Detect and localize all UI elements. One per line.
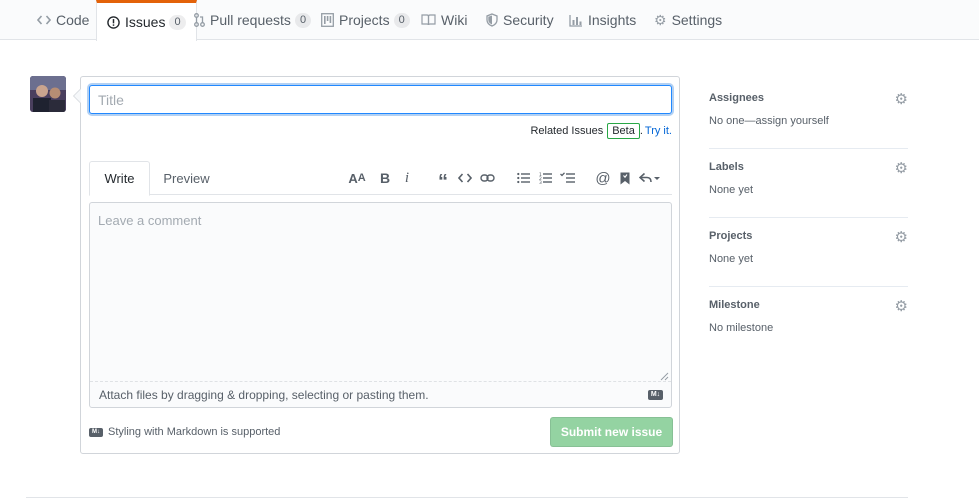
tab-label: Wiki — [441, 12, 468, 28]
quote-icon[interactable]: “ — [432, 168, 454, 192]
bold-icon[interactable]: B — [374, 168, 396, 188]
sidebar-label: Projects — [709, 230, 753, 242]
reply-icon[interactable] — [636, 168, 664, 188]
sidebar-projects: Projects ⚙ None yet — [709, 218, 908, 287]
sidebar-milestone: Milestone ⚙ No milestone — [709, 287, 908, 356]
tab-wiki[interactable]: Wiki — [421, 0, 467, 40]
avatar[interactable] — [30, 76, 66, 112]
related-issues: Related Issues Beta . Try it. — [530, 123, 672, 139]
pull-requests-count: 0 — [294, 12, 312, 28]
italic-icon[interactable]: i — [396, 168, 418, 188]
markdown-icon: M↓ — [89, 427, 103, 437]
tab-pull-requests[interactable]: Pull requests 0 — [194, 0, 312, 40]
bookmark-icon[interactable] — [614, 168, 636, 188]
gear-icon[interactable]: ⚙ — [895, 90, 908, 108]
tab-security[interactable]: Security — [486, 0, 554, 40]
file-attach-dropzone[interactable]: Attach files by dragging & dropping, sel… — [90, 381, 671, 407]
tab-projects[interactable]: Projects 0 — [321, 0, 410, 40]
graph-icon — [569, 14, 583, 27]
sidebar-value: None yet — [709, 253, 754, 265]
sidebar-labels: Labels ⚙ None yet — [709, 149, 908, 218]
tab-preview[interactable]: Preview — [163, 161, 209, 195]
title-input[interactable] — [89, 85, 672, 114]
related-issues-label: Related Issues — [530, 125, 604, 137]
new-issue-form: Related Issues Beta . Try it. Write Prev… — [73, 76, 680, 454]
try-it-link[interactable]: Try it. — [645, 125, 672, 137]
markdown-toolbar: AA B i “ 123 @ — [346, 161, 664, 195]
ordered-list-icon[interactable]: 123 — [534, 168, 556, 188]
book-icon — [421, 14, 436, 26]
divider — [26, 497, 908, 498]
git-pull-request-icon — [194, 13, 205, 27]
tab-write[interactable]: Write — [89, 161, 150, 196]
gear-icon[interactable]: ⚙ — [895, 297, 908, 315]
sidebar-assignees: Assignees ⚙ No one—assign yourself — [709, 80, 908, 149]
shield-icon — [486, 13, 498, 27]
submit-new-issue-button[interactable]: Submit new issue — [550, 417, 673, 447]
issues-count: 0 — [169, 14, 186, 30]
markdown-icon: M↓ — [648, 390, 663, 400]
comment-area: Attach files by dragging & dropping, sel… — [89, 202, 672, 408]
issue-sidebar: Assignees ⚙ No one—assign yourself Label… — [709, 80, 908, 356]
sidebar-label: Labels — [709, 161, 744, 173]
tab-label: Settings — [671, 12, 723, 28]
tab-issues[interactable]: Issues 0 — [96, 0, 197, 41]
markdown-note-text: Styling with Markdown is supported — [108, 426, 281, 438]
editor-tabbar: Write Preview AA B i “ 123 @ — [89, 161, 672, 196]
sidebar-value[interactable]: No one—assign yourself — [709, 115, 829, 127]
tab-label: Code — [56, 12, 90, 28]
mention-icon[interactable]: @ — [592, 168, 614, 188]
text-size-icon[interactable]: AA — [346, 168, 368, 188]
beta-badge: Beta — [607, 123, 640, 139]
issue-opened-icon — [107, 15, 120, 29]
comment-textarea[interactable] — [90, 203, 671, 381]
sidebar-label: Assignees — [709, 92, 765, 104]
markdown-support-note[interactable]: M↓ Styling with Markdown is supported — [89, 426, 280, 438]
tab-code[interactable]: Code — [37, 0, 89, 40]
gear-icon[interactable]: ⚙ — [895, 159, 908, 177]
project-icon — [321, 13, 334, 27]
gear-icon: ⚙ — [654, 11, 667, 28]
tab-label: Insights — [588, 12, 637, 28]
tab-label: Projects — [339, 12, 390, 28]
comma: . — [639, 125, 643, 137]
sidebar-value: None yet — [709, 184, 754, 196]
gear-icon[interactable]: ⚙ — [895, 228, 908, 246]
attach-files-text: Attach files by dragging & dropping, sel… — [99, 387, 429, 402]
link-icon[interactable] — [476, 168, 498, 188]
tab-settings[interactable]: ⚙ Settings — [654, 0, 722, 40]
tab-label: Security — [503, 12, 554, 28]
task-list-icon[interactable] — [556, 168, 578, 188]
sidebar-label: Milestone — [709, 299, 760, 311]
resize-handle-icon[interactable] — [659, 369, 669, 381]
unordered-list-icon[interactable] — [512, 168, 534, 188]
repo-nav: Code Issues 0 Pull requests 0 Projects 0… — [0, 0, 979, 41]
svg-text:3: 3 — [539, 180, 542, 184]
code-icon[interactable] — [454, 168, 476, 188]
tab-insights[interactable]: Insights — [569, 0, 636, 40]
code-icon — [37, 14, 51, 26]
sidebar-value: No milestone — [709, 322, 774, 334]
projects-count: 0 — [393, 12, 410, 28]
tab-label: Pull requests — [210, 12, 291, 28]
tab-label: Issues — [125, 14, 166, 30]
